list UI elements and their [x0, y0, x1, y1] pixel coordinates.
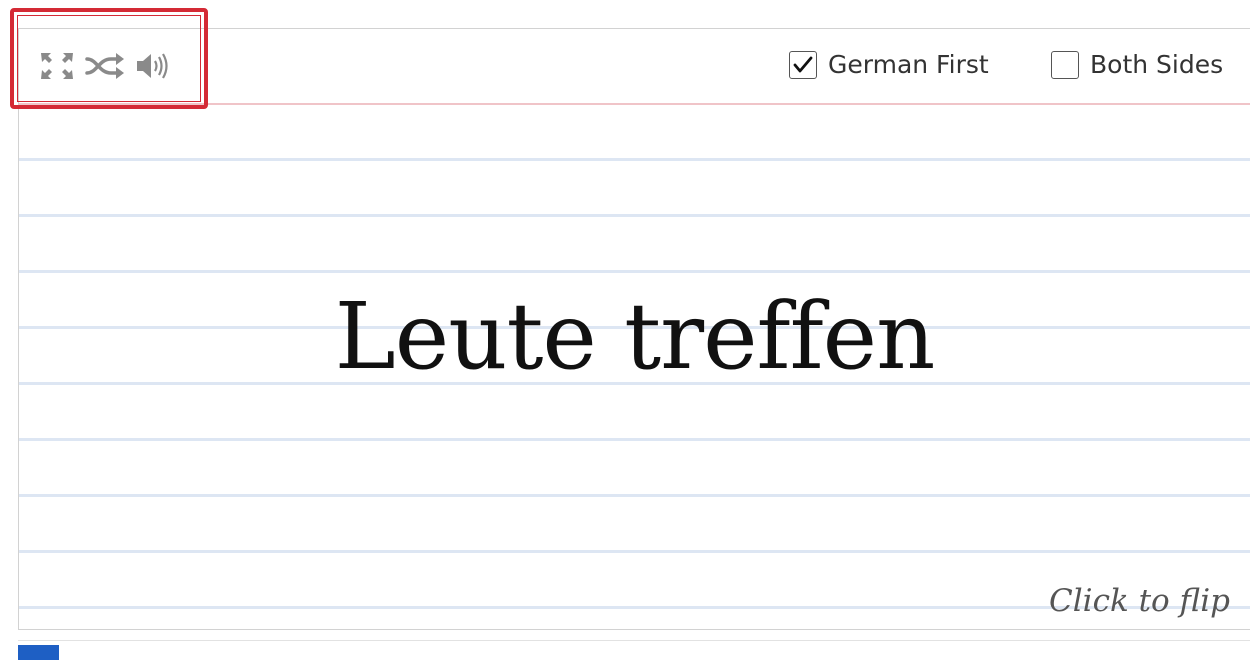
shuffle-icon[interactable] [85, 51, 125, 85]
fullscreen-icon[interactable] [39, 51, 75, 85]
flashcard-widget: German First Both Sides Leute treffen Cl… [0, 0, 1250, 660]
click-to-flip-hint[interactable]: Click to flip [1049, 583, 1230, 619]
speaker-icon[interactable] [135, 51, 171, 85]
both-sides-checkbox[interactable] [1051, 50, 1079, 79]
flashcard[interactable]: German First Both Sides Leute treffen Cl… [18, 28, 1250, 630]
both-sides-label: Both Sides [1090, 50, 1224, 79]
card-toolbar: German First Both Sides [19, 29, 1250, 105]
german-first-label: German First [828, 50, 989, 79]
toolbar-icons [39, 53, 181, 83]
progress-bar [18, 640, 1250, 660]
progress-fill [18, 645, 59, 660]
german-first-option[interactable]: German First [789, 50, 989, 79]
both-sides-option[interactable]: Both Sides [1051, 50, 1223, 79]
card-term: Leute treffen [334, 283, 936, 390]
german-first-checkbox[interactable] [789, 50, 817, 79]
checkmark-icon [793, 56, 813, 72]
